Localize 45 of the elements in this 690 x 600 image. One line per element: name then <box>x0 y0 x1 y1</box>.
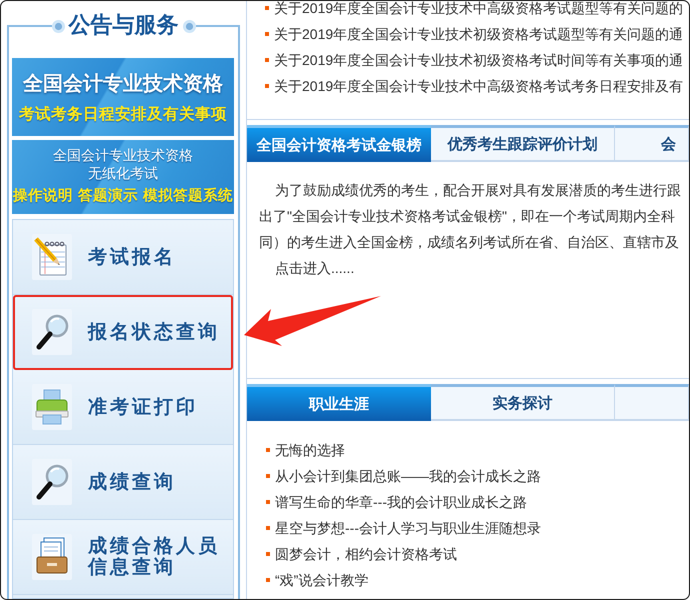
bullet-icon <box>266 552 270 556</box>
bullet-icon <box>265 58 269 62</box>
paragraph-line: 同）的考生进入全国金榜，成绩名列考试所在省、自治区、直辖市及 <box>259 233 679 252</box>
announcement-link[interactable]: 关于2019年度全国会计专业技术初级资格考试题型等有关问题的通 <box>274 24 684 44</box>
menu-item[interactable]: 考试报名 <box>13 220 233 295</box>
paragraph-line: 为了鼓励成绩优秀的考生，配合开展对具有发展潜质的考生进行跟 <box>275 181 681 200</box>
printer-icon <box>32 384 72 430</box>
announcement-link[interactable]: 关于2019年度全国会计专业技术初级资格考试时间等有关事项的通 <box>274 50 684 70</box>
article-link[interactable]: 从小会计到集团总账——我的会计成长之路 <box>275 466 541 486</box>
banner-highlight-text: 考试考务日程安排及有关事项 <box>19 104 227 125</box>
article-link[interactable]: 无悔的选择 <box>275 440 345 460</box>
article-link[interactable]: 圆梦会计，相约会计资格考试 <box>275 544 457 564</box>
article-link[interactable]: “戏”说会计教学 <box>275 570 368 590</box>
bullet-icon <box>266 578 270 582</box>
article-link[interactable]: 星空与梦想---会计人学习与职业生涯随想录 <box>275 518 541 538</box>
paragraph-line: 出了"全国会计专业技术资格考试金银榜"，即在一个考试周期内全科 <box>259 207 675 226</box>
bullet-icon <box>265 6 269 10</box>
magnifying-glass-icon <box>32 309 72 355</box>
bullet-icon <box>266 474 270 478</box>
menu-item[interactable]: 成绩查询 <box>13 445 233 520</box>
file-tray-icon <box>32 534 72 580</box>
banner-highlight-text: 操作说明 答题演示 模拟答题系统 <box>12 186 234 206</box>
tab[interactable]: 实务探讨 <box>431 384 615 421</box>
magnifying-glass-icon <box>32 459 72 505</box>
menu-item[interactable]: 准考证打印 <box>13 370 233 445</box>
menu-item[interactable]: 成绩合格人员信息查询 <box>13 520 233 595</box>
bullet-icon <box>265 84 269 88</box>
article-link[interactable]: 谱写生命的华章---我的会计职业成长之路 <box>275 492 527 512</box>
menu-item[interactable]: 报名状态查询 <box>13 295 233 370</box>
announcement-link[interactable]: 关于2019年度全国会计专业技术中高级资格考试题型等有关问题的 <box>274 1 684 18</box>
bullet-icon <box>266 500 270 504</box>
banner-subtitle: 全国会计专业技术资格 <box>53 147 193 165</box>
enter-link[interactable]: 点击进入...... <box>275 255 354 281</box>
banner-subtitle: 无纸化考试 <box>88 165 158 183</box>
bullet-icon <box>266 448 270 452</box>
tab[interactable]: 优秀考生跟踪评价计划 <box>431 125 615 162</box>
tab[interactable] <box>615 384 689 421</box>
notepad-pencil-icon <box>32 234 72 280</box>
tab[interactable]: 会 <box>615 125 689 162</box>
bullet-icon <box>266 526 270 530</box>
bullet-icon <box>265 32 269 36</box>
tab[interactable]: 全国会计资格考试金银榜 <box>247 125 431 162</box>
tab[interactable]: 职业生涯 <box>247 384 431 421</box>
banner-title: 全国会计专业技术资格 <box>23 70 223 97</box>
announcement-link[interactable]: 关于2019年度全国会计专业技术中高级资格考试考务日程安排及有 <box>274 76 684 96</box>
